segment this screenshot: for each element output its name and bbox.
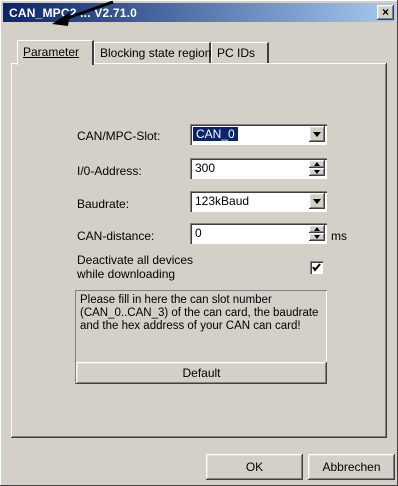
baudrate-select[interactable]: 123kBaud — [190, 191, 327, 212]
can-distance-label: CAN-distance: — [77, 229, 155, 243]
info-text: Please fill in here the can slot number … — [80, 294, 319, 332]
spin-down-icon[interactable] — [309, 168, 325, 176]
tab-label: Parameter — [23, 45, 80, 59]
deactivate-label-line2: while downloading — [77, 267, 176, 281]
dropdown-arrow-icon[interactable] — [309, 193, 325, 209]
close-icon: × — [381, 5, 389, 19]
tab-label: Blocking state region — [100, 46, 212, 60]
slot-label: CAN/MPC-Slot: — [77, 129, 161, 143]
default-button[interactable]: Default — [76, 362, 327, 384]
checkmark-icon — [312, 263, 321, 272]
can-distance-value: 0 — [195, 226, 202, 240]
spin-up-icon[interactable] — [309, 225, 325, 233]
io-address-stepper[interactable]: 300 — [190, 158, 327, 179]
ok-button[interactable]: OK — [206, 454, 303, 480]
can-distance-stepper[interactable]: 0 — [190, 223, 327, 244]
deactivate-label-line1: Deactivate all devices — [77, 253, 194, 267]
arrow-pointer-icon — [52, 0, 114, 26]
default-button-label: Default — [182, 366, 221, 380]
spin-down-icon[interactable] — [309, 233, 325, 241]
tab-blocking-state-region[interactable]: Blocking state region — [94, 42, 211, 64]
ok-button-label: OK — [245, 460, 264, 474]
tab-parameter[interactable]: Parameter — [17, 40, 94, 65]
baudrate-label: Baudrate: — [77, 197, 130, 211]
io-address-label: I/0-Address: — [77, 164, 142, 178]
baudrate-value: 123kBaud — [195, 194, 250, 208]
deactivate-label: Deactivate all devices while downloading — [77, 253, 193, 281]
cancel-button[interactable]: Abbrechen — [308, 454, 395, 480]
slot-select[interactable]: CAN_0 — [190, 124, 327, 145]
tab-pc-ids[interactable]: PC IDs — [211, 42, 269, 64]
cancel-button-label: Abbrechen — [322, 460, 381, 474]
close-button[interactable]: × — [377, 5, 394, 20]
spin-up-icon[interactable] — [309, 160, 325, 168]
tab-label: PC IDs — [217, 46, 256, 60]
slot-value: CAN_0 — [193, 127, 238, 141]
io-address-value: 300 — [195, 161, 216, 175]
dropdown-arrow-icon[interactable] — [309, 126, 325, 142]
deactivate-checkbox[interactable] — [310, 261, 323, 274]
can-distance-unit: ms — [331, 229, 347, 243]
